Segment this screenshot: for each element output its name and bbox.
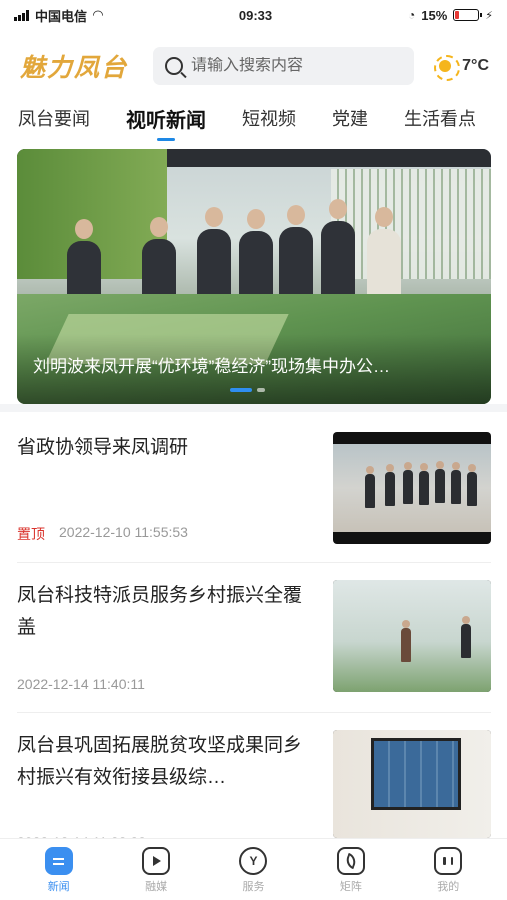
carrier-label: 中国电信 (35, 8, 88, 24)
app-header: 魅力凤台 7°C (0, 44, 507, 88)
battery-percent: 15% (421, 7, 448, 23)
banner-carousel[interactable]: 刘明波来凤开展“优环境”稳经济”现场集中办公… (17, 149, 491, 404)
temperature: 7°C (462, 57, 489, 74)
news-title: 凤台县巩固拓展脱贫攻坚成果同乡村振兴有效衔接县级综… (17, 735, 303, 788)
signal-icon (14, 9, 29, 21)
news-thumbnail (333, 432, 491, 544)
charging-icon: ⚡ (485, 9, 493, 22)
nav-matrix[interactable]: 矩阵 (321, 847, 381, 900)
search-input[interactable] (191, 57, 391, 75)
news-item[interactable]: 凤台科技特派员服务乡村振兴全覆盖 2022-12-14 11:40:11 (17, 580, 491, 700)
carousel-dot[interactable] (257, 388, 265, 392)
nav-news[interactable]: 新闻 (29, 847, 89, 900)
wifi-icon: ◠ (93, 7, 104, 22)
weather-widget[interactable]: 7°C (434, 55, 489, 81)
news-time: 2022-12-10 11:55:53 (59, 524, 188, 540)
pinned-badge: 置顶 (17, 526, 45, 542)
battery-icon (453, 9, 483, 21)
nav-label: 融媒 (145, 881, 168, 893)
nav-label: 我的 (437, 881, 460, 893)
tab-life[interactable]: 生活看点 (404, 105, 476, 131)
nav-label: 服务 (242, 881, 265, 893)
news-item[interactable]: 凤台县巩固拓展脱贫攻坚成果同乡村振兴有效衔接县级综… 2022-12-14 11… (17, 730, 491, 850)
tab-audiovisual-news[interactable]: 视听新闻 (126, 104, 206, 141)
news-thumbnail (333, 580, 491, 692)
news-time: 2022-12-14 11:40:11 (17, 676, 145, 692)
sun-icon (434, 55, 461, 81)
news-thumbnail (333, 730, 491, 838)
carousel-dot[interactable] (230, 388, 252, 392)
service-icon: Y (239, 847, 268, 875)
tab-fengtai-news[interactable]: 凤台要闻 (18, 105, 90, 131)
status-bar: 中国电信 ◠ 09:33 ◔ 15% ⚡ (0, 0, 507, 30)
matrix-icon (336, 847, 365, 875)
profile-icon (434, 847, 463, 875)
news-icon (44, 847, 73, 875)
nav-label: 新闻 (47, 881, 70, 893)
clock: 09:33 (238, 7, 273, 23)
app-logo[interactable]: 魅力凤台 (20, 48, 145, 84)
search-icon (165, 57, 183, 75)
search-bar[interactable] (153, 47, 415, 85)
nav-profile[interactable]: 我的 (418, 847, 478, 900)
tab-party-building[interactable]: 党建 (332, 105, 368, 131)
lock-rotation-icon: ◔ (407, 8, 416, 22)
nav-media[interactable]: 融媒 (126, 847, 186, 900)
nav-label: 矩阵 (339, 881, 362, 893)
play-icon (142, 847, 171, 875)
news-item[interactable]: 省政协领导来凤调研 置顶 2022-12-10 11:55:53 (17, 432, 491, 552)
bottom-nav: 新闻 融媒 Y 服务 矩阵 我的 (0, 838, 507, 900)
tab-short-video[interactable]: 短视频 (242, 105, 296, 131)
carousel-indicator (230, 388, 265, 392)
channel-tabs: 凤台要闻 视听新闻 短视频 党建 生活看点 (0, 100, 507, 141)
news-title: 省政协领导来凤调研 (17, 437, 189, 458)
nav-service[interactable]: Y 服务 (223, 847, 283, 900)
banner-caption: 刘明波来凤开展“优环境”稳经济”现场集中办公… (17, 334, 491, 404)
news-title: 凤台科技特派员服务乡村振兴全覆盖 (17, 585, 303, 638)
